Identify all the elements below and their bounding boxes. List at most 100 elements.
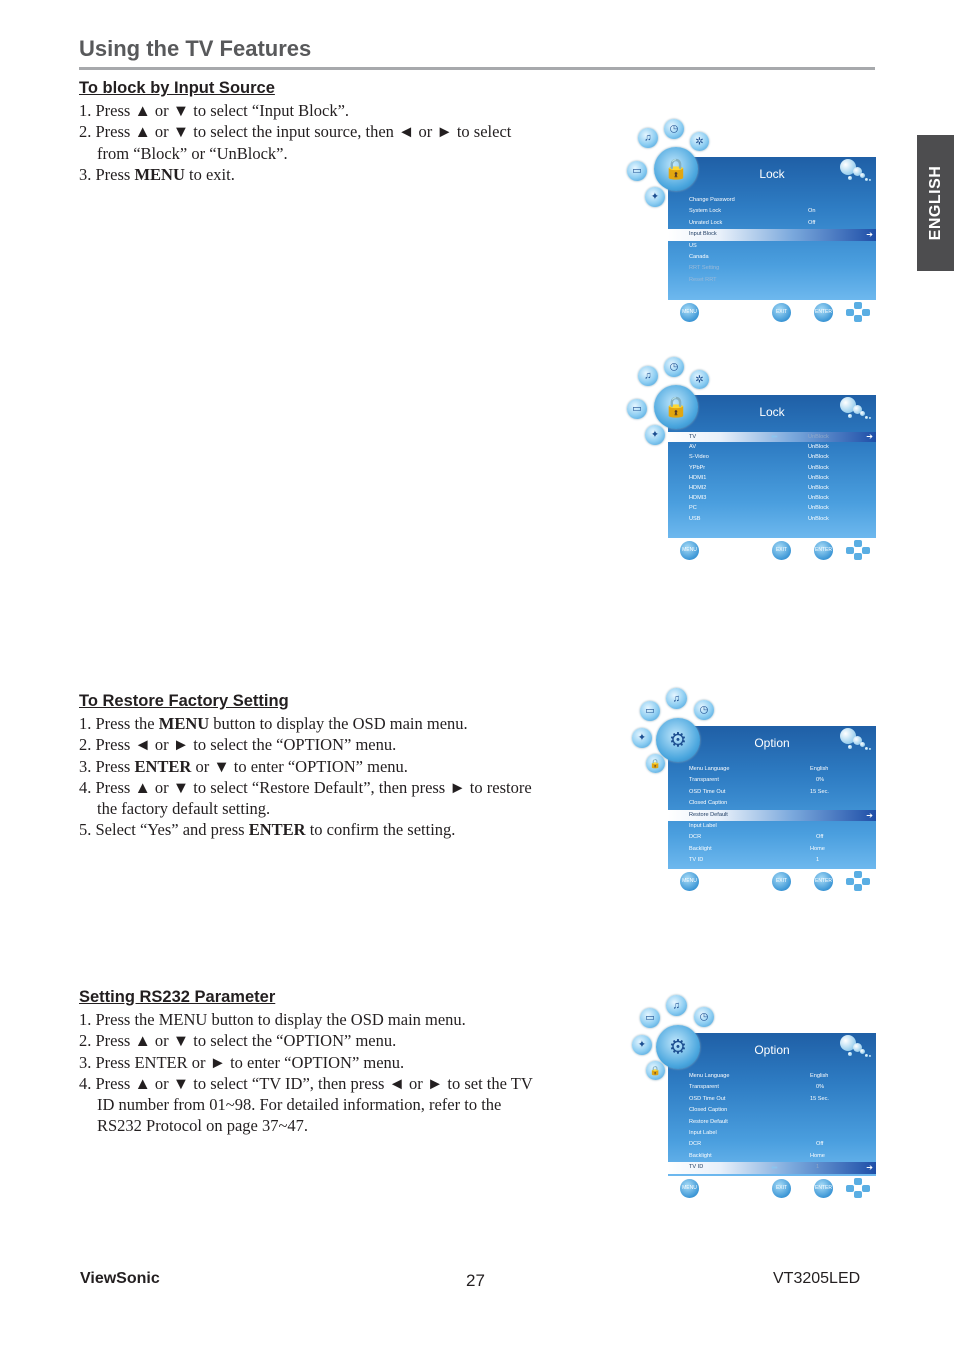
menu-button[interactable]: MENU xyxy=(680,303,699,322)
menu-button[interactable]: MENU xyxy=(680,1179,699,1198)
exit-button[interactable]: EXIT xyxy=(772,872,791,891)
osd-row-value: 1 xyxy=(816,857,820,864)
osd-menu-row[interactable]: PC UnBlock xyxy=(668,503,876,513)
globe-clock-icon[interactable]: ◷ xyxy=(664,357,684,377)
osd-row-value: Off xyxy=(808,219,816,226)
music-icon[interactable]: ♫ xyxy=(666,995,687,1016)
bubbles-decoration xyxy=(838,1035,872,1061)
lock-icon-glyph: 🔒 xyxy=(649,1065,662,1075)
music-icon[interactable]: ♫ xyxy=(638,366,658,386)
music-icon[interactable]: ♫ xyxy=(666,688,687,709)
arrow-right-icon[interactable]: ➔ xyxy=(866,432,873,442)
menu-button[interactable]: MENU xyxy=(680,872,699,891)
globe-clock-icon[interactable]: ◷ xyxy=(694,1007,714,1027)
dpad-icon[interactable] xyxy=(846,540,870,560)
osd-menu-row[interactable]: HDMI1 UnBlock xyxy=(668,473,876,483)
osd-menu-row[interactable]: Input Label xyxy=(668,821,876,832)
globe-clock-icon-glyph: ◷ xyxy=(699,1011,709,1023)
osd-menu-row[interactable]: USB UnBlock xyxy=(668,514,876,524)
enter-button[interactable]: ENTER xyxy=(814,541,833,560)
footer-page-number: 27 xyxy=(466,1271,485,1290)
gear-icon[interactable]: ⚙ xyxy=(656,1025,700,1069)
osd-menu-row[interactable]: HDMI3 UnBlock xyxy=(668,493,876,503)
bold-keyword: ENTER xyxy=(134,756,192,776)
osd-option-tv-id: Option Menu Language English Transparent 0% O… xyxy=(620,991,880,1201)
osd-menu-row[interactable]: TV ID 1 ⬅ ➔ xyxy=(668,1162,876,1174)
menu-button[interactable]: MENU xyxy=(680,541,699,560)
osd-menu-row[interactable]: Restore Default ➔ xyxy=(668,809,876,821)
step-item: 3. Press MENU to exit. xyxy=(79,164,235,184)
settings-icon[interactable]: ✲ xyxy=(690,132,709,151)
exit-button[interactable]: EXIT xyxy=(772,1179,791,1198)
osd-menu-row[interactable]: DCR Off xyxy=(668,1139,876,1150)
osd-row-value: UnBlock xyxy=(808,495,829,502)
osd-row-value: UnBlock xyxy=(808,464,829,471)
exit-button[interactable]: EXIT xyxy=(772,303,791,322)
osd-menu-row[interactable]: Backlight Home xyxy=(668,1151,876,1162)
bold-keyword: ENTER xyxy=(248,820,306,840)
monitor-icon[interactable]: ▭ xyxy=(640,1008,660,1028)
enter-button[interactable]: ENTER xyxy=(814,872,833,891)
arrow-right-icon[interactable]: ➔ xyxy=(866,1162,873,1173)
music-icon[interactable]: ♫ xyxy=(638,128,658,148)
music-icon-glyph: ♫ xyxy=(644,370,652,382)
osd-footer-bar: MENU EXIT ENTER xyxy=(668,538,876,563)
lock-icon[interactable]: 🔒 xyxy=(646,754,665,773)
osd-footer-bar: MENU EXIT ENTER xyxy=(668,1176,876,1201)
osd-row-label: Closed Caption xyxy=(689,800,728,807)
menu-icon-cluster: ♫ ◷ ✲ ▭ ✦ 🔒 xyxy=(620,353,720,463)
osd-menu-row[interactable]: Closed Caption xyxy=(668,1105,876,1116)
arrow-left-icon[interactable]: ⬅ xyxy=(771,1162,778,1173)
globe-clock-icon[interactable]: ◷ xyxy=(694,700,714,720)
osd-menu-row[interactable]: Input Label xyxy=(668,1128,876,1139)
osd-menu-row[interactable]: Canada xyxy=(668,252,876,263)
osd-menu-row[interactable]: US xyxy=(668,241,876,252)
osd-menu-row[interactable]: RRT Setting xyxy=(668,263,876,274)
osd-row-value: Off xyxy=(816,834,824,841)
dpad-icon[interactable] xyxy=(846,302,870,322)
osd-menu-row[interactable]: TV ID 1 xyxy=(668,855,876,866)
exit-button[interactable]: EXIT xyxy=(772,541,791,560)
enter-button[interactable]: ENTER xyxy=(814,303,833,322)
satellite-icon[interactable]: ✦ xyxy=(632,728,652,748)
osd-row-label: DCR xyxy=(689,1141,702,1148)
osd-menu-row[interactable]: HDMI2 UnBlock xyxy=(668,483,876,493)
osd-lock-menu: Lock Change Password System Lock On Unrated … xyxy=(620,115,880,325)
lock-icon[interactable]: 🔒 xyxy=(646,1061,665,1080)
osd-menu-row[interactable]: Closed Caption xyxy=(668,798,876,809)
arrow-left-icon[interactable]: ⬅ xyxy=(771,432,778,442)
gear-icon-glyph: ⚙ xyxy=(669,1036,687,1059)
osd-row-label: Closed Caption xyxy=(689,1107,728,1114)
step-item: 5. Select “Yes” and press ENTER to confi… xyxy=(79,820,456,840)
osd-row-label: Backlight xyxy=(689,1152,712,1159)
settings-icon[interactable]: ✲ xyxy=(690,370,709,389)
monitor-icon[interactable]: ▭ xyxy=(640,701,660,721)
lock-icon[interactable]: 🔒 xyxy=(654,147,698,191)
osd-row-label: TV ID xyxy=(689,857,704,864)
osd-menu-row[interactable]: DCR Off xyxy=(668,832,876,843)
osd-row-value: English xyxy=(810,766,829,772)
steps-list: 1. Press the MENU button to display the … xyxy=(79,1009,539,1137)
satellite-icon[interactable]: ✦ xyxy=(632,1035,652,1055)
monitor-icon[interactable]: ▭ xyxy=(627,161,647,181)
footer-brand: ViewSonic xyxy=(80,1270,160,1287)
globe-clock-icon[interactable]: ◷ xyxy=(664,119,684,139)
osd-menu-row[interactable]: Input Block ➔ xyxy=(668,229,876,241)
monitor-icon[interactable]: ▭ xyxy=(627,399,647,419)
arrow-right-icon[interactable]: ➔ xyxy=(866,229,873,240)
dpad-icon[interactable] xyxy=(846,871,870,891)
gear-icon[interactable]: ⚙ xyxy=(656,718,700,762)
music-icon-glyph: ♫ xyxy=(644,132,652,144)
dpad-icon[interactable] xyxy=(846,1178,870,1198)
satellite-icon[interactable]: ✦ xyxy=(645,187,665,207)
osd-menu-row[interactable]: YPbPr UnBlock xyxy=(668,463,876,473)
osd-menu-row[interactable]: Restore Default xyxy=(668,1117,876,1128)
satellite-icon[interactable]: ✦ xyxy=(645,425,665,445)
osd-menu-row[interactable]: Backlight Home xyxy=(668,844,876,855)
arrow-right-icon[interactable]: ➔ xyxy=(866,810,873,821)
enter-button[interactable]: ENTER xyxy=(814,1179,833,1198)
osd-row-value: UnBlock xyxy=(808,505,829,512)
osd-menu-row[interactable]: Reset RRT xyxy=(668,275,876,286)
step-item: 2. Press ▲ or ▼ to select the input sour… xyxy=(79,122,512,163)
lock-icon[interactable]: 🔒 xyxy=(654,385,698,429)
